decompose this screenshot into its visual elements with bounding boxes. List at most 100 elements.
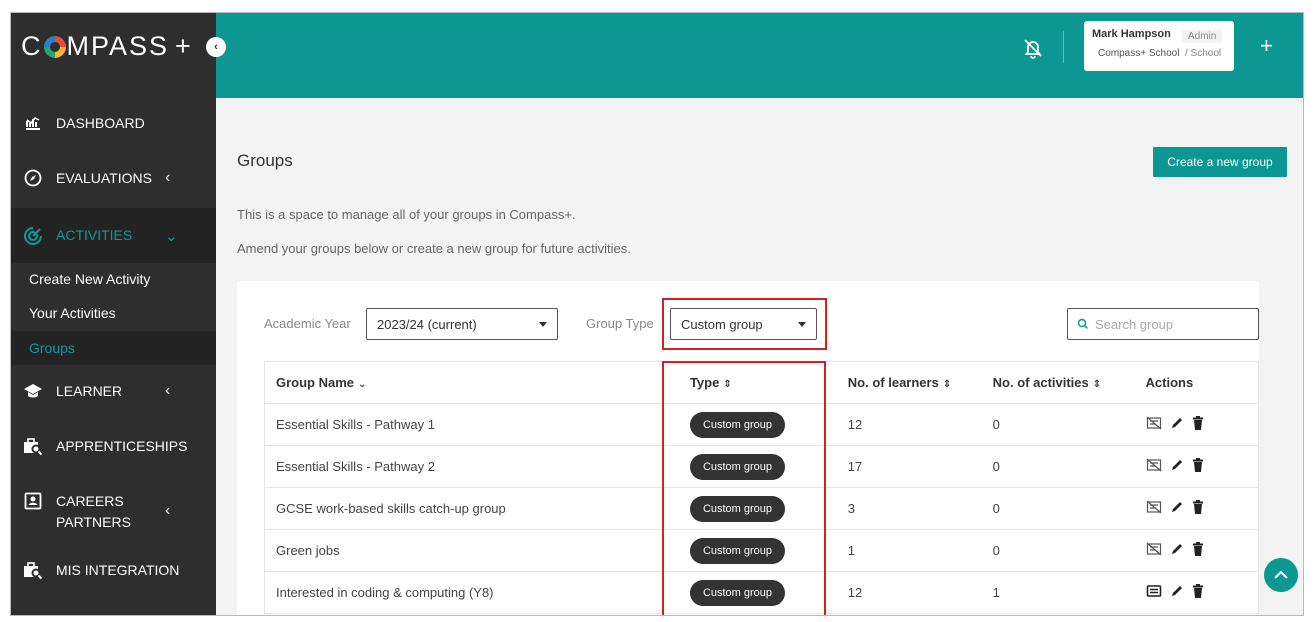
delete-icon[interactable] [1192,584,1204,598]
column-header-activities[interactable]: No. of activities ⇕ [981,361,1135,404]
activity-count: 0 [992,543,1000,558]
edit-icon[interactable] [1170,458,1184,472]
chevron-left-icon: ‹ [165,169,171,186]
group-name: GCSE work-based skills catch-up group [276,501,506,516]
column-header-actions: Actions [1134,361,1259,404]
compass-ring-icon [43,35,66,58]
user-school-type: / School [1185,48,1222,59]
learners-cell: 12 [836,571,982,614]
sidebar-item-apprenticeships[interactable]: APPRENTICESHIPS [11,434,216,458]
actions-cell [1134,445,1259,488]
label-line-1: CAREERS [56,493,124,509]
user-menu[interactable]: Mark Hampson Admin Compass+ School / Sch… [1084,21,1234,71]
subitem-label: Create New Activity [29,271,151,287]
delete-icon[interactable] [1192,500,1204,514]
no-activities-icon[interactable] [1146,500,1162,514]
header-label: Actions [1145,375,1194,390]
learners-cell: 17 [836,445,982,488]
actions-cell [1134,487,1259,530]
group-type-highlight [662,298,827,350]
no-activities-icon[interactable] [1146,416,1162,430]
header-label: No. of activities [992,375,1089,390]
edit-icon[interactable] [1170,584,1184,598]
sidebar-item-label: MIS INTEGRATION [56,561,180,578]
subitem-label: Groups [29,340,75,356]
delete-icon[interactable] [1192,542,1204,556]
logo-text-mpass: MPASS [66,31,170,61]
group-name: Interested in coding & computing (Y8) [276,585,494,600]
group-name-cell: Essential Skills - Pathway 2 [263,445,679,488]
search-group-input[interactable] [1095,316,1245,332]
dashboard-icon [23,113,43,133]
column-header-group-name[interactable]: Group Name ⌄ [263,361,679,404]
sidebar-item-label: EVALUATIONS [56,169,152,186]
chevron-down-icon: ⌄ [165,227,178,245]
group-name: Green jobs [276,543,340,558]
logo-text-c: C [21,31,43,61]
sidebar-item-careers-partners[interactable]: CAREERS PARTNERS ‹ [11,489,216,533]
caret-down-icon [539,322,547,327]
edit-icon[interactable] [1170,500,1184,514]
delete-icon[interactable] [1192,416,1204,430]
top-bar: Mark Hampson Admin Compass+ School / Sch… [216,13,1303,98]
create-new-group-button[interactable]: Create a new group [1153,147,1287,177]
sidebar-item-activities[interactable]: ACTIVITIES ⌄ [11,208,216,263]
bell-off-icon[interactable] [1022,37,1044,59]
sidebar-item-evaluations[interactable]: EVALUATIONS ‹ [11,166,216,190]
no-activities-icon[interactable] [1146,458,1162,472]
label-line-2: PARTNERS [56,514,131,530]
id-card-icon [23,491,43,511]
group-name-cell: Green jobs [263,529,679,572]
sidebar-item-dashboard[interactable]: DASHBOARD [11,111,216,135]
learner-count: 3 [847,501,856,516]
chevron-left-icon: ‹ [165,502,171,519]
sort-icon: ⇕ [1092,379,1102,390]
delete-icon[interactable] [1192,458,1204,472]
learner-count: 12 [847,417,863,432]
sidebar-subitem-groups[interactable]: Groups [11,331,216,365]
learner-count: 1 [847,543,856,558]
view-activities-icon[interactable] [1146,584,1162,598]
sidebar-item-mis-integration[interactable]: MIS INTEGRATION [11,558,216,582]
sidebar-subitem-create-new-activity[interactable]: Create New Activity [11,262,216,296]
chevron-down-icon: ⌄ [358,379,367,390]
group-name-cell: Interested in coding & computing (Y8) [263,571,679,614]
scroll-to-top-button[interactable] [1264,558,1298,592]
learners-cell: 3 [836,487,982,530]
app-window: C MPASS + DASHBOARD EVALUATIONS ‹ ACTIVI… [10,12,1304,616]
logo-plus: + [175,31,193,61]
header-divider [1063,31,1064,63]
chevron-up-icon [1274,570,1288,579]
academic-year-select[interactable]: 2023/24 (current) [366,308,558,340]
actions-cell [1134,571,1259,614]
activities-cell: 1 [981,571,1135,614]
learner-count: 17 [847,459,863,474]
sidebar-item-learner[interactable]: LEARNER ‹ [11,379,216,403]
page-title: Groups [237,151,293,170]
search-group-field[interactable] [1067,308,1259,340]
sort-icon: ⇕ [942,379,952,390]
activities-icon [23,226,43,246]
activities-cell: 0 [981,529,1135,572]
column-header-learners[interactable]: No. of learners ⇕ [836,361,982,404]
sidebar-collapse-button[interactable]: ‹ [206,37,226,57]
add-icon[interactable]: + [1260,33,1273,59]
compass-logo[interactable]: C MPASS + [21,31,193,62]
header-label: Group Name [276,375,355,390]
sidebar-subitem-your-activities[interactable]: Your Activities [11,296,216,330]
learner-count: 12 [847,585,863,600]
chevron-left-icon: ‹ [165,382,171,399]
activities-cell: 0 [981,403,1135,446]
edit-icon[interactable] [1170,416,1184,430]
sidebar-item-label: CAREERS PARTNERS [56,491,131,533]
actions-cell [1134,403,1259,446]
activity-count: 0 [992,459,1000,474]
activities-cell: 0 [981,445,1135,488]
group-name-cell: Essential Skills - Pathway 1 [263,403,679,446]
academic-year-label: Academic Year [264,316,351,331]
intro-text-1: This is a space to manage all of your gr… [237,207,576,222]
no-activities-icon[interactable] [1146,542,1162,556]
edit-icon[interactable] [1170,542,1184,556]
header-label: No. of learners [847,375,939,390]
learners-cell: 12 [836,403,982,446]
